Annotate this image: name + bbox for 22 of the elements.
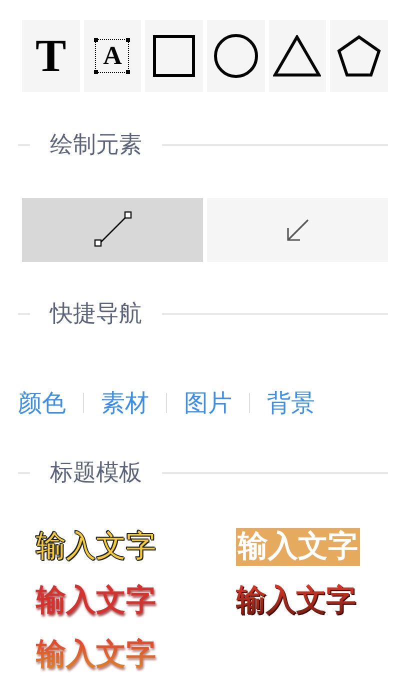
circle-icon (214, 34, 258, 78)
text-box-icon: A (95, 39, 130, 73)
pentagon-icon (337, 35, 382, 77)
section-title: 标题模板 (49, 459, 143, 488)
shape-tool-button[interactable] (207, 20, 265, 92)
nav-link[interactable]: 素材 (101, 386, 149, 420)
shape-tool-button[interactable]: T (22, 20, 80, 92)
text-tool-glyph: T (35, 33, 66, 79)
shape-tool-button[interactable]: A (84, 20, 142, 92)
title-template[interactable]: 输入文字 (36, 582, 156, 620)
triangle-icon (273, 35, 322, 77)
shape-tool-button[interactable] (330, 20, 388, 92)
arrow-icon (286, 218, 310, 242)
nav-link[interactable]: 背景 (267, 386, 315, 420)
title-template[interactable]: 输入文字 (236, 528, 360, 566)
nav-link[interactable]: 颜色 (18, 386, 66, 420)
nav-link[interactable]: 图片 (184, 386, 232, 420)
shape-tool-button[interactable] (145, 20, 203, 92)
section-title: 绘制元素 (49, 131, 143, 160)
shape-tool-button[interactable] (268, 20, 326, 92)
square-icon (153, 35, 196, 77)
section-title: 快捷导航 (48, 300, 143, 329)
